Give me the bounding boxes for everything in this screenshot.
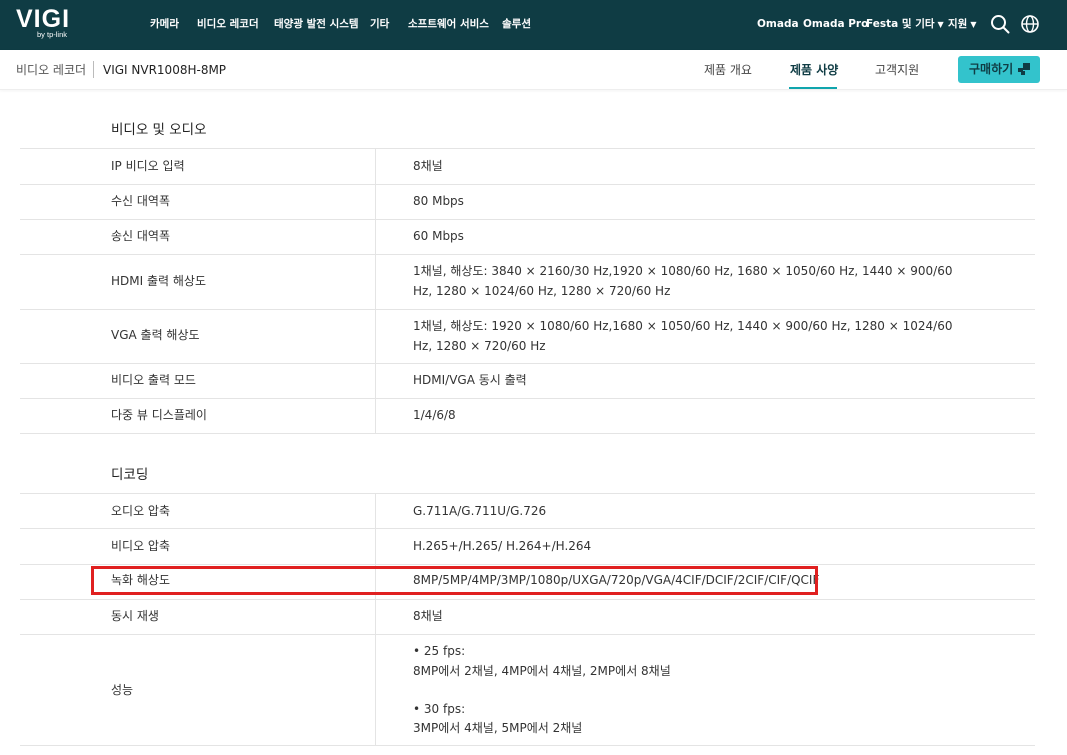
spec-value-line: 3MP에서 4채널, 5MP에서 2채널 xyxy=(413,721,583,735)
row-divider xyxy=(20,398,1035,399)
logo-wordmark: VIGI xyxy=(16,5,71,33)
spec-label: 수신 대역폭 xyxy=(111,194,171,208)
spec-value: 1/4/6/8 xyxy=(413,408,456,422)
spec-value: G.711A/G.711U/G.726 xyxy=(413,504,547,518)
nav-link-omada-pro[interactable]: Omada Pro xyxy=(803,16,868,32)
spec-label: VGA 출력 해상도 xyxy=(111,328,200,342)
globe-icon[interactable] xyxy=(1019,13,1041,35)
top-navigation-bar: VIGI by tp-link 카메라 비디오 레코더 태양광 발전 시스템 기… xyxy=(0,0,1067,50)
nav-item-solar-systems[interactable]: 태양광 발전 시스템 xyxy=(274,16,359,32)
spec-label: 오디오 압축 xyxy=(111,504,171,518)
caret-down-icon: ▼ xyxy=(937,20,944,29)
search-icon[interactable] xyxy=(989,13,1011,35)
spec-value-line: 8MP에서 2채널, 4MP에서 4채널, 2MP에서 8채널 xyxy=(413,664,671,678)
spec-value: 80 Mbps xyxy=(413,194,464,208)
spec-value: 1채널, 해상도: 3840 × 2160/30 Hz,1920 × 1080/… xyxy=(413,264,953,298)
nav-item-solutions[interactable]: 솔루션 xyxy=(502,16,531,32)
nav-link-support-label: 지원 xyxy=(948,18,968,30)
row-divider xyxy=(20,745,1035,746)
row-divider xyxy=(20,254,1035,255)
spec-label: 비디오 압축 xyxy=(111,539,171,553)
column-divider xyxy=(375,149,376,433)
product-subnav: 비디오 레코더 VIGI NVR1008H-8MP 제품 개요 제품 사양 고객… xyxy=(0,50,1067,90)
nav-item-cameras[interactable]: 카메라 xyxy=(150,16,179,32)
row-divider xyxy=(20,363,1035,364)
row-divider xyxy=(20,309,1035,310)
row-divider xyxy=(20,433,1035,434)
active-tab-indicator xyxy=(789,87,837,89)
row-divider xyxy=(20,219,1035,220)
breadcrumb-divider xyxy=(93,61,94,78)
row-divider xyxy=(20,148,1035,149)
row-divider xyxy=(20,528,1035,529)
breadcrumb-parent[interactable]: 비디오 레코더 xyxy=(16,62,86,78)
tab-support[interactable]: 고객지원 xyxy=(875,62,919,78)
spec-value-line: • 30 fps: xyxy=(413,702,466,716)
spec-label: 성능 xyxy=(111,683,134,697)
spec-value-line: • 25 fps: xyxy=(413,644,466,658)
spec-value: 8채널 xyxy=(413,159,443,173)
spec-value: 60 Mbps xyxy=(413,229,464,243)
spec-label: 다중 뷰 디스플레이 xyxy=(111,408,207,422)
nav-link-festa-more-label: Festa 및 기타 xyxy=(866,18,935,30)
buy-button-label: 구매하기 xyxy=(969,62,1014,76)
tab-specifications[interactable]: 제품 사양 xyxy=(790,62,838,78)
spec-value: 8채널 xyxy=(413,609,443,623)
row-divider xyxy=(20,599,1035,600)
spec-label: HDMI 출력 해상도 xyxy=(111,274,206,288)
spec-label: 비디오 출력 모드 xyxy=(111,373,196,387)
highlight-annotation-box xyxy=(91,566,818,595)
nav-item-software-services[interactable]: 소프트웨어 서비스 xyxy=(408,16,489,32)
buy-button[interactable]: 구매하기 xyxy=(958,56,1040,83)
column-divider xyxy=(375,494,376,745)
section-title: 디코딩 xyxy=(111,467,149,483)
vigi-logo[interactable]: VIGI by tp-link xyxy=(16,7,74,41)
spec-value: HDMI/VGA 동시 출력 xyxy=(413,373,527,387)
row-divider xyxy=(20,564,1035,565)
tab-overview[interactable]: 제품 개요 xyxy=(704,62,752,78)
spec-value: 1채널, 해상도: 1920 × 1080/60 Hz,1680 × 1050/… xyxy=(413,319,953,353)
nav-item-video-recorders[interactable]: 비디오 레코더 xyxy=(197,16,259,32)
row-divider xyxy=(20,493,1035,494)
breadcrumb-current: VIGI NVR1008H-8MP xyxy=(103,63,227,77)
caret-down-icon: ▼ xyxy=(970,20,977,29)
nav-link-support[interactable]: 지원 ▼ xyxy=(948,16,976,33)
nav-link-omada[interactable]: Omada xyxy=(757,16,799,32)
spec-value: H.265+/H.265/ H.264+/H.264 xyxy=(413,539,592,553)
spec-label: 송신 대역폭 xyxy=(111,229,171,243)
row-divider xyxy=(20,634,1035,635)
nav-item-others[interactable]: 기타 xyxy=(370,16,389,32)
spec-label: 동시 재생 xyxy=(111,609,159,623)
row-divider xyxy=(20,184,1035,185)
spec-label: IP 비디오 입력 xyxy=(111,159,185,173)
section-title: 비디오 및 오디오 xyxy=(111,122,207,138)
external-link-icon xyxy=(1018,63,1030,75)
nav-link-festa-more[interactable]: Festa 및 기타 ▼ xyxy=(866,16,944,33)
